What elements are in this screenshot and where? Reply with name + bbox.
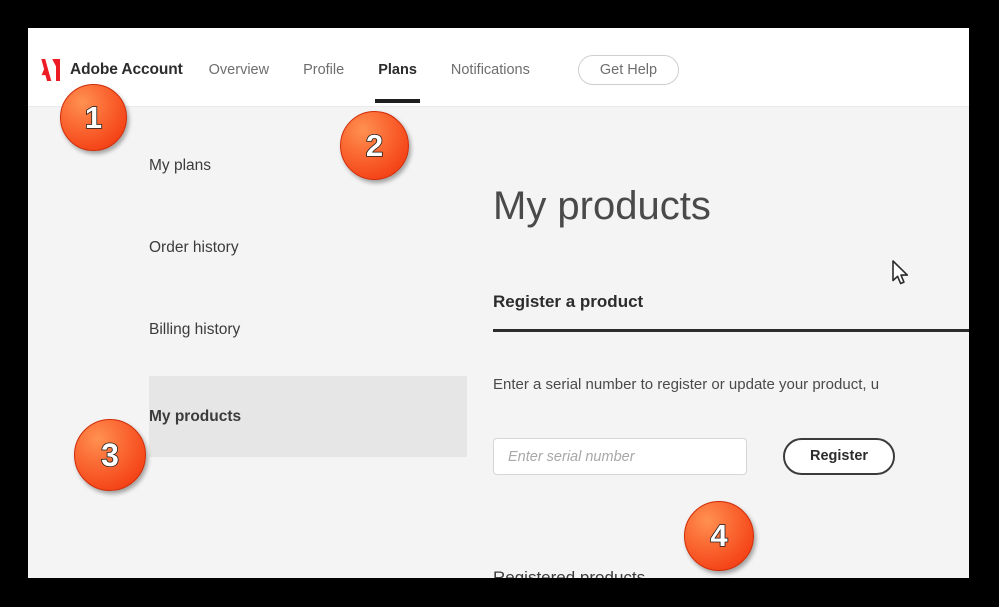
sidebar-item-label: My products [149, 408, 241, 426]
register-product-heading: Register a product [493, 293, 643, 310]
brand-title: Adobe Account [70, 61, 183, 79]
sidebar-item-my-products[interactable]: My products [149, 376, 467, 457]
nav-item-profile[interactable]: Profile [303, 55, 344, 85]
section-divider [493, 329, 969, 332]
get-help-button[interactable]: Get Help [578, 55, 679, 86]
register-product-description: Enter a serial number to register or upd… [493, 375, 879, 395]
register-button[interactable]: Register [783, 438, 895, 475]
sidebar-item-label: My plans [149, 157, 211, 175]
callout-badge-4: 4 [684, 501, 754, 571]
register-product-form: Register [493, 438, 895, 475]
serial-number-input[interactable] [493, 438, 747, 475]
header-inner: Adobe Account Overview Profile Plans Not… [35, 55, 679, 85]
nav-item-notifications[interactable]: Notifications [451, 55, 530, 85]
callout-badge-2: 2 [340, 111, 409, 180]
nav-item-plans[interactable]: Plans [378, 55, 417, 85]
sidebar-item-order-history[interactable]: Order history [28, 212, 468, 284]
registered-products-heading: Registered products [493, 569, 645, 578]
sidebar-item-label: Order history [149, 239, 239, 257]
sidebar-item-billing-history[interactable]: Billing history [28, 294, 468, 366]
callout-badge-3: 3 [74, 419, 146, 491]
adobe-logo-icon [35, 58, 61, 82]
browser-viewport: Adobe Account Overview Profile Plans Not… [28, 28, 969, 578]
sidebar-item-label: Billing history [149, 321, 240, 339]
app-header: Adobe Account Overview Profile Plans Not… [28, 28, 969, 107]
page-title: My products [493, 186, 711, 226]
main-nav: Overview Profile Plans Notifications Get… [209, 55, 679, 85]
callout-badge-1: 1 [60, 84, 127, 151]
nav-item-overview[interactable]: Overview [209, 55, 269, 85]
